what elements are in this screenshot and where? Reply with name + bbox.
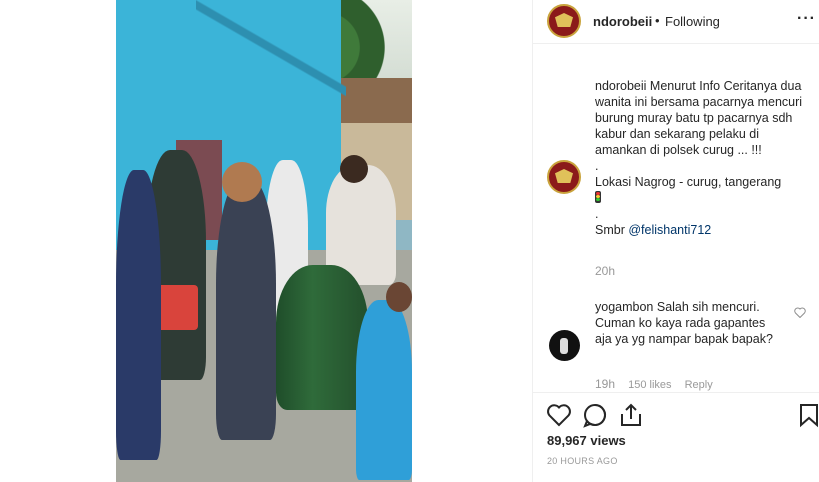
comment-meta: 19h 150 likes Reply [595, 377, 723, 391]
views-count[interactable]: 89,967 views [547, 433, 626, 448]
right-gutter [412, 0, 532, 482]
post-timestamp: 20 HOURS AGO [547, 456, 618, 466]
video-roof-blue [196, 0, 346, 100]
caption-dot: . [595, 207, 599, 221]
action-bar [533, 392, 819, 436]
comment-time: 19h [595, 377, 616, 391]
comment-icon[interactable] [582, 402, 608, 428]
header-username[interactable]: ndorobeii [593, 14, 652, 29]
post-video[interactable] [116, 0, 412, 482]
traffic-light-icon [595, 191, 601, 203]
video-child-head [386, 282, 412, 312]
video-person-head [340, 155, 368, 183]
video-green-bin [276, 265, 368, 410]
share-icon[interactable] [618, 402, 644, 428]
comment-heart-icon[interactable] [794, 307, 806, 318]
caption-username[interactable]: ndorobeii [595, 79, 646, 93]
post-caption: ndorobeii Menurut Info Ceritanya dua wan… [595, 78, 811, 238]
heart-icon[interactable] [546, 402, 572, 428]
video-person-head [222, 162, 262, 202]
comment-avatar[interactable] [549, 330, 580, 361]
post-panel: ndorobeii • Following ··· ndorobeii Menu… [532, 0, 819, 482]
bookmark-icon[interactable] [796, 402, 819, 428]
follow-status-button[interactable]: Following [665, 14, 720, 29]
comment-username[interactable]: yogambon [595, 300, 653, 314]
caption-location: Lokasi Nagrog - curug, tangerang [595, 175, 782, 189]
video-person [116, 170, 161, 460]
comment-likes[interactable]: 150 likes [628, 379, 671, 391]
post-header: ndorobeii • Following ··· [533, 0, 819, 44]
video-child [356, 300, 412, 480]
caption-mention-link[interactable]: @felishanti712 [628, 223, 711, 237]
header-separator: • [655, 13, 660, 28]
more-icon[interactable]: ··· [797, 10, 816, 28]
caption-source-label: Smbr [595, 223, 625, 237]
caption-dot: . [595, 159, 599, 173]
video-person [216, 180, 276, 440]
caption-avatar[interactable] [547, 160, 581, 194]
left-gutter [0, 0, 116, 482]
comment-item: yogambon Salah sih mencuri. Cuman ko kay… [595, 299, 785, 347]
comment-reply-button[interactable]: Reply [685, 379, 713, 391]
caption-time: 20h [595, 264, 616, 278]
profile-avatar[interactable] [547, 4, 581, 38]
